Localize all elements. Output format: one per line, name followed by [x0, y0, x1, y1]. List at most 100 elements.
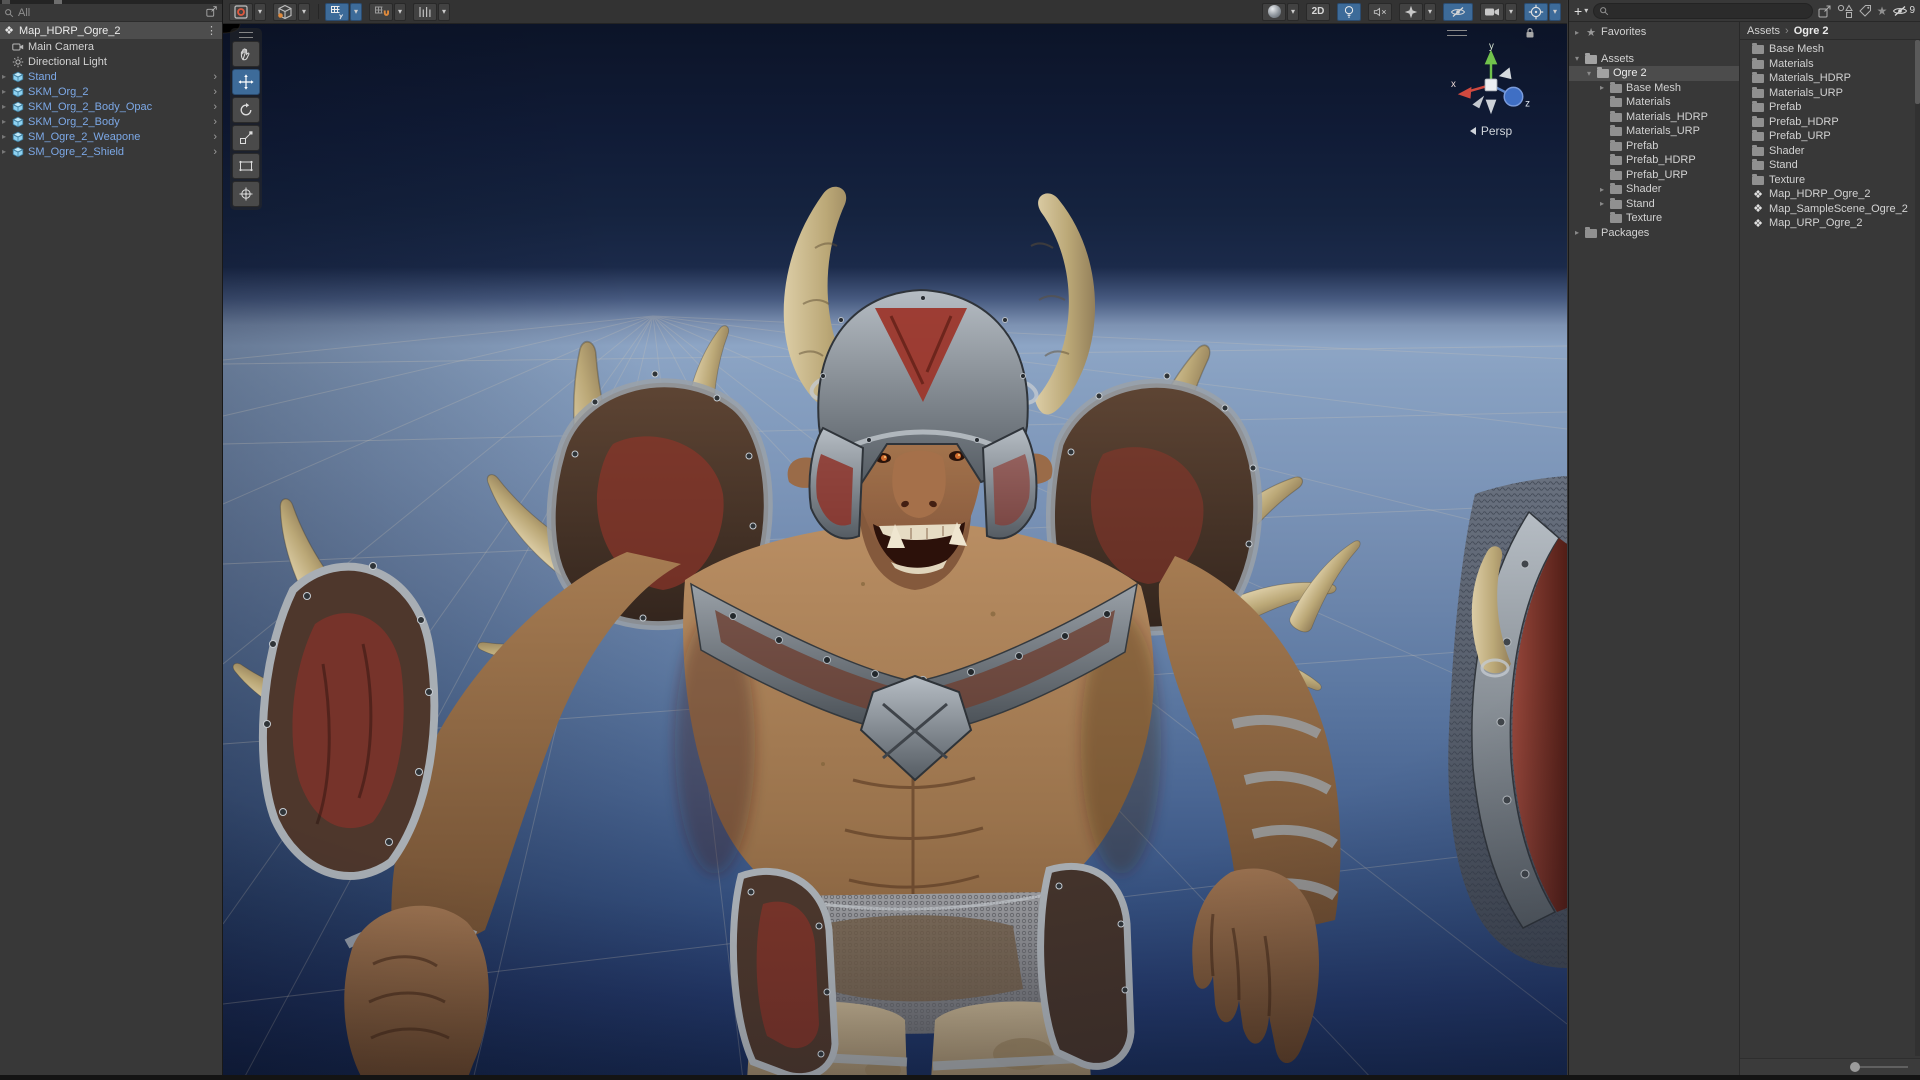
tree-item-materials-urp[interactable]: Materials_URP: [1569, 124, 1739, 139]
expand-arrow-icon[interactable]: ▸: [1598, 83, 1606, 92]
transform-tool[interactable]: [232, 181, 260, 207]
camera-dropdown-icon[interactable]: ▾: [1505, 2, 1517, 21]
orientation-dropdown-icon[interactable]: ▾: [298, 2, 310, 21]
scrollbar-thumb[interactable]: [1915, 40, 1920, 104]
file-item-materials-hdrp[interactable]: Materials_HDRP: [1752, 71, 1920, 86]
tree-item-materials-hdrp[interactable]: Materials_HDRP: [1569, 110, 1739, 125]
file-item-stand[interactable]: Stand: [1752, 158, 1920, 173]
move-tool[interactable]: [232, 69, 260, 95]
tree-item-shader[interactable]: ▸ Shader: [1569, 182, 1739, 197]
expand-arrow-icon[interactable]: ▸: [1573, 28, 1581, 37]
hierarchy-item-skm-org-2-body[interactable]: ▸ SKM_Org_2_Body ›: [0, 114, 222, 129]
file-item-shader[interactable]: Shader: [1752, 144, 1920, 159]
file-item-map-samplescene-ogre-2[interactable]: ❖ Map_SampleScene_Ogre_2: [1752, 202, 1920, 217]
tree-item-base-mesh[interactable]: ▸ Base Mesh: [1569, 81, 1739, 96]
collapse-arrow-icon[interactable]: ▾: [1573, 54, 1581, 63]
favorites-star-icon[interactable]: ★: [1877, 4, 1888, 18]
grid-snapping-button[interactable]: [369, 2, 393, 21]
scene-viewport[interactable]: y x z Persp: [223, 24, 1567, 1080]
tree-item-prefab-hdrp[interactable]: Prefab_HDRP: [1569, 153, 1739, 168]
file-item-prefab-hdrp[interactable]: Prefab_HDRP: [1752, 115, 1920, 130]
kebab-menu-icon[interactable]: ⋮: [206, 24, 220, 37]
open-prefab-icon[interactable]: ›: [213, 86, 220, 98]
effects-dropdown-icon[interactable]: ▾: [1424, 2, 1436, 21]
project-search-field[interactable]: [1593, 2, 1813, 19]
expand-arrow-icon[interactable]: ▸: [0, 72, 8, 81]
file-item-prefab[interactable]: Prefab: [1752, 100, 1920, 115]
file-item-materials[interactable]: Materials: [1752, 57, 1920, 72]
projection-label[interactable]: Persp: [1439, 124, 1543, 138]
toggle-2d-button[interactable]: 2D: [1306, 2, 1330, 21]
overlay-drag-handle[interactable]: [1447, 30, 1467, 36]
file-item-base-mesh[interactable]: Base Mesh: [1752, 42, 1920, 57]
hand-tool[interactable]: [232, 41, 260, 67]
file-item-prefab-urp[interactable]: Prefab_URP: [1752, 129, 1920, 144]
search-by-label-icon[interactable]: [1858, 4, 1872, 18]
breadcrumb-root[interactable]: Assets: [1747, 25, 1780, 37]
rect-tool[interactable]: [232, 153, 260, 179]
expand-arrow-icon[interactable]: ▸: [0, 147, 8, 156]
hierarchy-item-skm-org-2[interactable]: ▸ SKM_Org_2 ›: [0, 84, 222, 99]
overlay-drag-handle[interactable]: [239, 32, 253, 38]
increment-snap-button[interactable]: [413, 2, 437, 21]
tool-handle-orientation-button[interactable]: [273, 2, 297, 21]
tree-item-stand[interactable]: ▸ Stand: [1569, 197, 1739, 212]
scale-tool[interactable]: [232, 125, 260, 151]
tree-item-prefab-urp[interactable]: Prefab_URP: [1569, 168, 1739, 183]
expand-arrow-icon[interactable]: ▸: [1598, 199, 1606, 208]
hierarchy-item-sm-ogre-2-weapone[interactable]: ▸ SM_Ogre_2_Weapone ›: [0, 129, 222, 144]
scene-lighting-button[interactable]: [1337, 2, 1361, 21]
scene-effects-button[interactable]: [1399, 2, 1423, 21]
scene-audio-button[interactable]: [1368, 2, 1392, 21]
tree-item-materials[interactable]: Materials: [1569, 95, 1739, 110]
shading-mode-button[interactable]: [1262, 2, 1286, 21]
file-item-texture[interactable]: Texture: [1752, 173, 1920, 188]
hierarchy-item-stand[interactable]: ▸ Stand ›: [0, 69, 222, 84]
hierarchy-item-skm-org-2-body-opac[interactable]: ▸ SKM_Org_2_Body_Opac ›: [0, 99, 222, 114]
project-search-input[interactable]: [1612, 3, 1807, 18]
hierarchy-scene-row[interactable]: ❖ Map_HDRP_Ogre_2 ⋮: [0, 22, 222, 39]
hierarchy-search-field[interactable]: All: [0, 4, 222, 22]
add-asset-button[interactable]: + ▾: [1574, 3, 1588, 19]
scene-orientation-gizmo[interactable]: y x z: [1449, 40, 1533, 124]
collapse-arrow-icon[interactable]: ▾: [1585, 69, 1593, 78]
open-new-window-icon[interactable]: [1818, 4, 1832, 18]
maximize-icon[interactable]: [206, 5, 218, 20]
tree-item-favorites[interactable]: ▸ ★ Favorites: [1569, 25, 1739, 40]
expand-arrow-icon[interactable]: ▸: [0, 117, 8, 126]
search-by-type-icon[interactable]: [1837, 4, 1853, 18]
gizmos-toggle-button[interactable]: [1524, 2, 1548, 21]
hierarchy-item-directional-light[interactable]: Directional Light: [0, 54, 222, 69]
scene-visibility-button[interactable]: [1443, 2, 1473, 21]
expand-arrow-icon[interactable]: ▸: [1573, 228, 1581, 237]
grid-visibility-button[interactable]: [325, 2, 349, 21]
slider-knob[interactable]: [1850, 1062, 1860, 1072]
expand-arrow-icon[interactable]: ▸: [0, 87, 8, 96]
hierarchy-item-sm-ogre-2-shield[interactable]: ▸ SM_Ogre_2_Shield ›: [0, 144, 222, 159]
rotate-tool[interactable]: [232, 97, 260, 123]
hierarchy-item-main-camera[interactable]: Main Camera: [0, 39, 222, 54]
expand-arrow-icon[interactable]: ▸: [0, 132, 8, 141]
expand-arrow-icon[interactable]: ▸: [1598, 185, 1606, 194]
tool-handle-pivot-button[interactable]: [229, 2, 253, 21]
icon-size-slider[interactable]: [1850, 1062, 1908, 1072]
file-item-materials-urp[interactable]: Materials_URP: [1752, 86, 1920, 101]
expand-arrow-icon[interactable]: ▸: [0, 102, 8, 111]
open-prefab-icon[interactable]: ›: [213, 101, 220, 113]
open-prefab-icon[interactable]: ›: [213, 146, 220, 158]
hidden-packages-toggle[interactable]: 9: [1892, 5, 1915, 17]
file-item-map-urp-ogre-2[interactable]: ❖ Map_URP_Ogre_2: [1752, 216, 1920, 231]
tree-item-texture[interactable]: Texture: [1569, 211, 1739, 226]
shading-dropdown-icon[interactable]: ▾: [1287, 2, 1299, 21]
camera-view-button[interactable]: [1480, 2, 1504, 21]
scrollbar[interactable]: [1915, 40, 1920, 1056]
tree-item-assets[interactable]: ▾ Assets: [1569, 52, 1739, 67]
open-prefab-icon[interactable]: ›: [213, 71, 220, 83]
file-item-map-hdrp-ogre-2[interactable]: ❖ Map_HDRP_Ogre_2: [1752, 187, 1920, 202]
increment-snap-dropdown-icon[interactable]: ▾: [438, 2, 450, 21]
tree-item-ogre-2[interactable]: ▾ Ogre 2: [1569, 66, 1739, 81]
open-prefab-icon[interactable]: ›: [213, 116, 220, 128]
gizmos-dropdown-icon[interactable]: ▾: [1549, 2, 1561, 21]
open-prefab-icon[interactable]: ›: [213, 131, 220, 143]
tree-item-prefab[interactable]: Prefab: [1569, 139, 1739, 154]
